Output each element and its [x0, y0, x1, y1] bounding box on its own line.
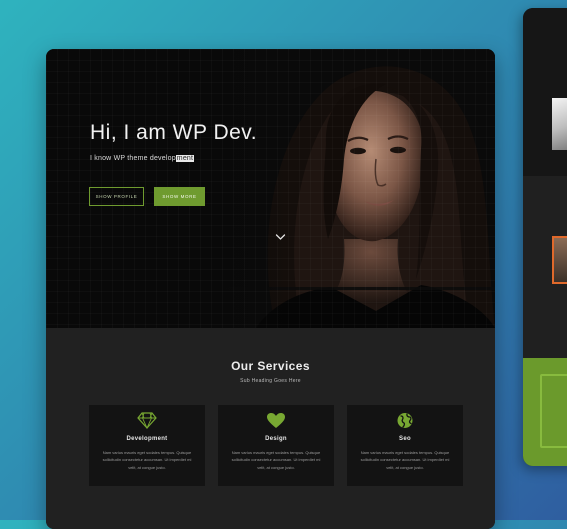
- service-description: Nam varius mauris eget sodales tempus. Q…: [360, 450, 450, 470]
- service-card-development[interactable]: Development Nam varius mauris eget sodal…: [89, 405, 205, 486]
- hero-title: Hi, I am WP Dev.: [90, 121, 258, 144]
- service-name: Development: [126, 436, 168, 442]
- hero-subtitle-selection: ment: [175, 155, 195, 162]
- services-section: Our Services Sub Heading Goes Here Devel…: [46, 328, 495, 529]
- service-name: Design: [265, 436, 287, 442]
- service-description: Nam varius mauris eget sodales tempus. Q…: [102, 450, 192, 470]
- service-card-design[interactable]: Design Nam varius mauris eget sodales te…: [218, 405, 334, 486]
- heart-icon: [267, 413, 285, 428]
- hero-section: Hi, I am WP Dev. I know WP theme develop…: [46, 49, 495, 328]
- secondary-preview-card: [523, 8, 567, 466]
- services-subheading: Sub Heading Goes Here: [240, 378, 301, 384]
- service-name: Seo: [399, 436, 411, 442]
- chevron-down-icon[interactable]: [275, 233, 286, 241]
- services-title: Our Services: [231, 359, 310, 373]
- show-more-button[interactable]: Show More: [154, 187, 205, 206]
- show-profile-button[interactable]: Show Profile: [89, 187, 144, 206]
- secondary-card-image: [552, 98, 567, 150]
- hero-subtitle: I know WP theme development: [90, 155, 195, 162]
- secondary-card-thumbnail: [552, 236, 567, 284]
- theme-preview-card: Hi, I am WP Dev. I know WP theme develop…: [46, 49, 495, 529]
- service-description: Nam varius mauris eget sodales tempus. Q…: [231, 450, 321, 470]
- hero-subtitle-text: I know WP theme develop: [90, 155, 176, 162]
- globe-icon: [397, 413, 413, 428]
- secondary-card-frame: [540, 374, 567, 448]
- service-card-seo[interactable]: Seo Nam varius mauris eget sodales tempu…: [347, 405, 463, 486]
- secondary-card-header: [523, 8, 567, 176]
- diamond-icon: [137, 412, 157, 429]
